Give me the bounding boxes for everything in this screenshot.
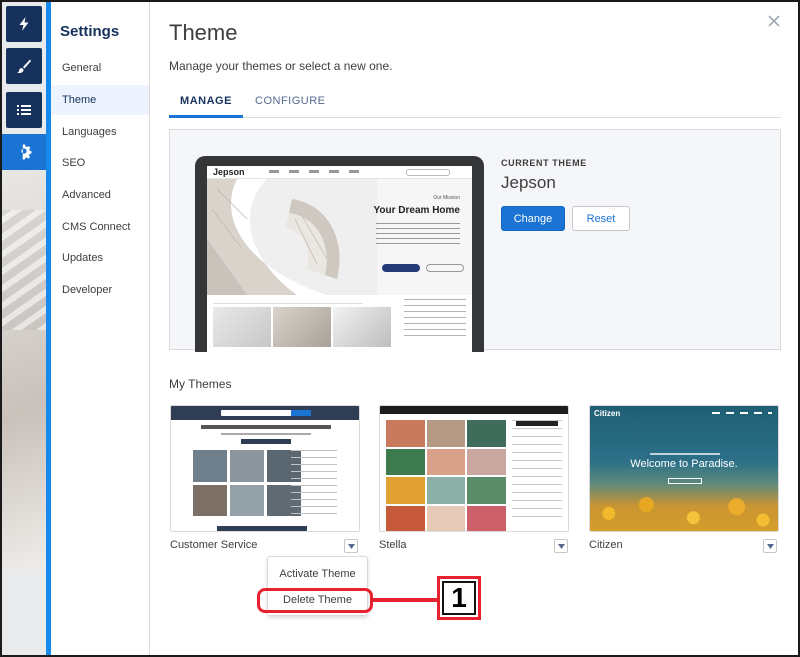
theme-card-stella[interactable]	[379, 405, 569, 532]
cs-preview-button	[241, 439, 291, 444]
callout-line	[373, 598, 438, 602]
settings-title: Settings	[60, 23, 120, 40]
theme-preview-screen: Jepson Our Mission Your Dream Home	[207, 166, 472, 352]
reset-button[interactable]: Reset	[572, 206, 630, 231]
page-subtitle: Manage your themes or select a new one.	[169, 59, 393, 73]
preview-search	[406, 169, 450, 176]
gear-icon[interactable]	[2, 134, 46, 170]
page-title: Theme	[169, 20, 238, 45]
stella-preview-header	[380, 406, 568, 414]
settings-nav: Settings General Theme Languages SEO Adv…	[51, 2, 150, 655]
current-theme-label: CURRENT THEME	[501, 158, 587, 168]
theme-main-panel: Theme Manage your themes or select a new…	[150, 2, 798, 655]
chevron-down-icon[interactable]	[344, 539, 358, 553]
list-icon[interactable]	[6, 92, 42, 128]
nav-item-seo[interactable]: SEO	[51, 148, 149, 178]
architecture-image	[207, 179, 377, 295]
callout-number: 1	[442, 581, 476, 615]
preview-hero-title: Your Dream Home	[373, 205, 460, 216]
change-button[interactable]: Change	[501, 206, 565, 231]
preview-tabs	[213, 299, 363, 304]
nav-item-general[interactable]: General	[51, 53, 149, 83]
menu-item-activate-theme[interactable]: Activate Theme	[268, 561, 367, 587]
tab-configure[interactable]: CONFIGURE	[255, 86, 325, 118]
nav-item-languages[interactable]: Languages	[51, 117, 149, 147]
chevron-down-icon[interactable]	[763, 539, 777, 553]
nav-item-advanced[interactable]: Advanced	[51, 180, 149, 210]
citizen-preview-tagline	[650, 453, 720, 455]
cs-preview-subtext	[221, 433, 311, 435]
stella-preview-image-grid	[386, 420, 506, 531]
app-frame: Settings General Theme Languages SEO Adv…	[0, 0, 800, 657]
builder-rail	[2, 2, 46, 655]
theme-card-name: Stella	[379, 539, 407, 551]
preview-lower-section	[207, 295, 472, 352]
preview-secondary-button	[426, 264, 464, 272]
paintbrush-icon[interactable]	[6, 48, 42, 84]
current-theme-name: Jepson	[501, 173, 556, 192]
preview-logo: Jepson	[213, 167, 245, 177]
cs-preview-image-grid	[193, 450, 301, 516]
tab-manage[interactable]: MANAGE	[169, 86, 243, 118]
close-icon[interactable]	[768, 14, 782, 28]
citizen-preview-flowers	[590, 487, 778, 531]
citizen-preview-logo: Citizen	[594, 409, 621, 418]
my-themes-title: My Themes	[169, 377, 232, 391]
lightning-icon[interactable]	[6, 6, 42, 42]
stella-preview-sidebar	[512, 420, 562, 520]
preview-image	[333, 307, 391, 347]
theme-card-name: Customer Service	[170, 539, 258, 551]
cs-preview-headline	[201, 425, 331, 429]
nav-item-theme[interactable]: Theme	[51, 85, 149, 115]
theme-card-name: Citizen	[589, 539, 623, 551]
preview-primary-button	[382, 264, 420, 272]
theme-card-customer-service[interactable]	[170, 405, 360, 532]
theme-card-citizen[interactable]: Citizen Welcome to Paradise.	[589, 405, 779, 532]
theme-preview-tablet: Jepson Our Mission Your Dream Home	[195, 156, 484, 352]
nav-item-updates[interactable]: Updates	[51, 243, 149, 273]
nav-item-developer[interactable]: Developer	[51, 275, 149, 305]
preview-navbar: Jepson	[207, 166, 472, 179]
citizen-preview-nav	[712, 412, 772, 414]
citizen-preview-headline: Welcome to Paradise.	[630, 458, 738, 470]
citizen-preview-button	[668, 478, 702, 484]
preview-image	[213, 307, 271, 347]
preview-image	[273, 307, 331, 347]
preview-hero-text	[376, 223, 460, 245]
cs-preview-search-button	[291, 410, 311, 416]
chevron-down-icon[interactable]	[554, 539, 568, 553]
preview-hero: Our Mission Your Dream Home	[207, 179, 472, 295]
site-background-photo	[2, 170, 46, 570]
cs-preview-footer	[217, 526, 307, 531]
preview-nav-links	[269, 170, 369, 173]
nav-item-cms-connect[interactable]: CMS Connect	[51, 212, 149, 242]
current-theme-panel: Jepson Our Mission Your Dream Home CURRE…	[169, 129, 781, 352]
theme-tabs: MANAGE CONFIGURE	[169, 86, 781, 118]
callout-badge: 1	[437, 576, 481, 620]
preview-sidebar	[404, 299, 466, 339]
cs-preview-sidebar	[291, 450, 337, 520]
preview-hero-tag: Our Mission	[433, 195, 460, 201]
delete-theme-highlight	[257, 588, 373, 613]
